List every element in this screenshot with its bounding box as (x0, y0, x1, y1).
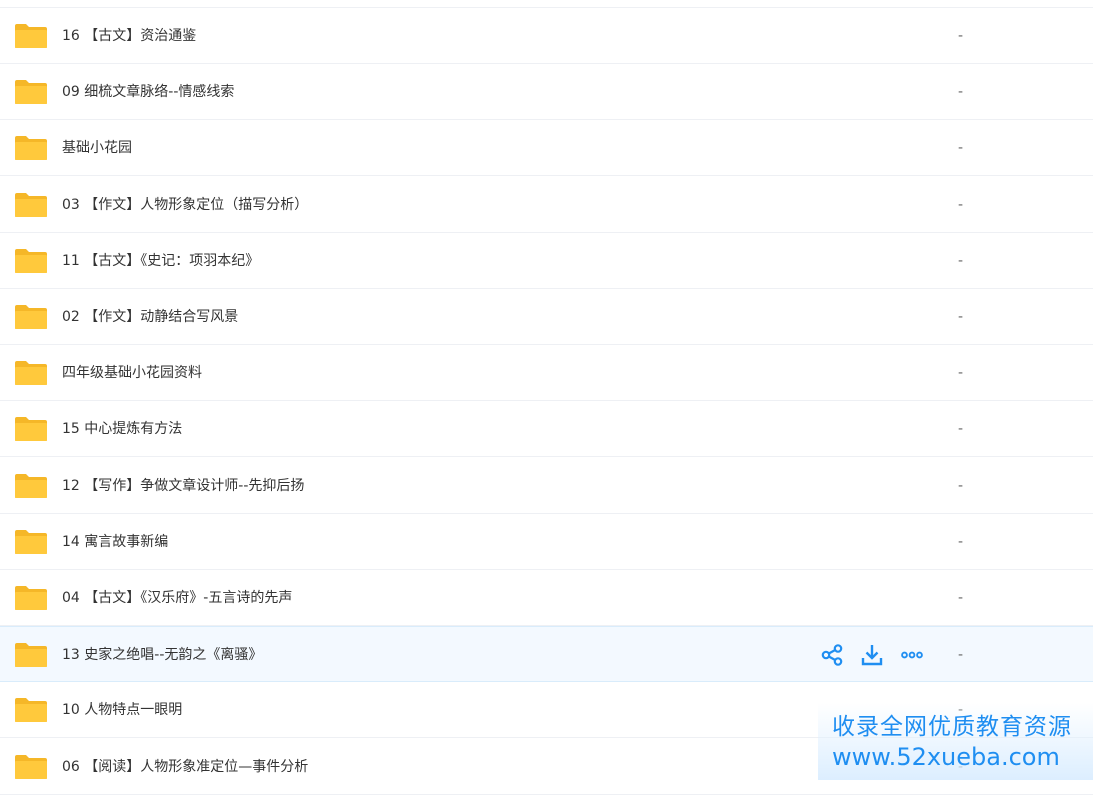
file-size: - (958, 647, 964, 664)
folder-icon (15, 192, 47, 217)
file-name[interactable]: 11 【古文】《史记：项羽本纪》 (62, 233, 259, 289)
file-name[interactable]: 10 人物特点一眼明 (62, 682, 182, 738)
folder-icon (15, 473, 47, 498)
file-name[interactable]: 06 【阅读】人物形象准定位—事件分析 (62, 739, 308, 795)
file-size: - (958, 309, 964, 325)
file-row[interactable]: 15 中心提炼有方法 - (0, 401, 1093, 458)
file-row[interactable]: 04 【古文】《汉乐府》-五言诗的先声 - (0, 570, 1093, 626)
file-size: - (958, 365, 964, 382)
file-size: - (958, 590, 964, 606)
file-size: - (958, 252, 964, 269)
watermark-url: www.52xueba.com (832, 743, 1060, 771)
file-name[interactable]: 03 【作文】人物形象定位（描写分析） (62, 177, 308, 233)
folder-icon (15, 80, 47, 105)
file-name[interactable]: 16 【古文】资治通鉴 (62, 8, 196, 64)
file-row[interactable]: 02 【作文】动静结合写风景 - (0, 289, 1093, 345)
folder-icon (15, 643, 47, 668)
file-size: - (958, 533, 964, 550)
file-name[interactable]: 14 寓言故事新编 (62, 514, 168, 570)
file-name[interactable]: 04 【古文】《汉乐府》-五言诗的先声 (62, 570, 292, 626)
file-size: - (958, 421, 964, 438)
download-icon[interactable] (860, 643, 884, 667)
file-size: - (958, 140, 964, 157)
file-row[interactable]: 13 史家之绝唱--无韵之《离骚》 - (0, 626, 1093, 683)
folder-icon (15, 698, 47, 723)
file-row[interactable]: 12 【写作】争做文章设计师--先抑后扬 - (0, 458, 1093, 514)
file-name[interactable]: 12 【写作】争做文章设计师--先抑后扬 (62, 458, 304, 514)
file-name[interactable]: 四年级基础小花园资料 (62, 345, 202, 401)
file-row[interactable]: 11 【古文】《史记：项羽本纪》 - (0, 233, 1093, 289)
folder-icon (15, 754, 47, 779)
more-icon[interactable] (900, 643, 924, 667)
folder-icon (15, 586, 47, 610)
file-size: - (958, 28, 964, 44)
folder-icon (15, 361, 47, 386)
file-row[interactable]: 基础小花园 - (0, 120, 1093, 177)
file-name[interactable]: 15 中心提炼有方法 (62, 401, 182, 457)
watermark: 收录全网优质教育资源 www.52xueba.com (818, 703, 1093, 780)
file-size: - (958, 477, 964, 494)
file-name[interactable]: 13 史家之绝唱--无韵之《离骚》 (62, 627, 262, 683)
file-row[interactable]: 14 寓言故事新编 - (0, 514, 1093, 570)
file-row[interactable]: 四年级基础小花园资料 - (0, 345, 1093, 402)
file-name[interactable]: 02 【作文】动静结合写风景 (62, 289, 238, 345)
file-name[interactable]: 09 细梳文章脉络--情感线索 (62, 64, 234, 120)
file-row[interactable]: 09 细梳文章脉络--情感线索 - (0, 64, 1093, 121)
file-row[interactable]: 03 【作文】人物形象定位（描写分析） - (0, 177, 1093, 233)
folder-icon (15, 417, 47, 442)
watermark-slogan: 收录全网优质教育资源 (832, 714, 1072, 740)
folder-icon (15, 305, 47, 329)
folder-icon (15, 248, 47, 273)
file-name[interactable]: 基础小花园 (62, 120, 132, 176)
folder-icon (15, 136, 47, 161)
share-icon[interactable] (820, 643, 844, 667)
folder-icon (15, 529, 47, 554)
file-size: - (958, 84, 964, 101)
folder-icon (15, 24, 47, 48)
file-size: - (958, 196, 964, 213)
file-row[interactable]: 16 【古文】资治通鉴 - (0, 8, 1093, 64)
